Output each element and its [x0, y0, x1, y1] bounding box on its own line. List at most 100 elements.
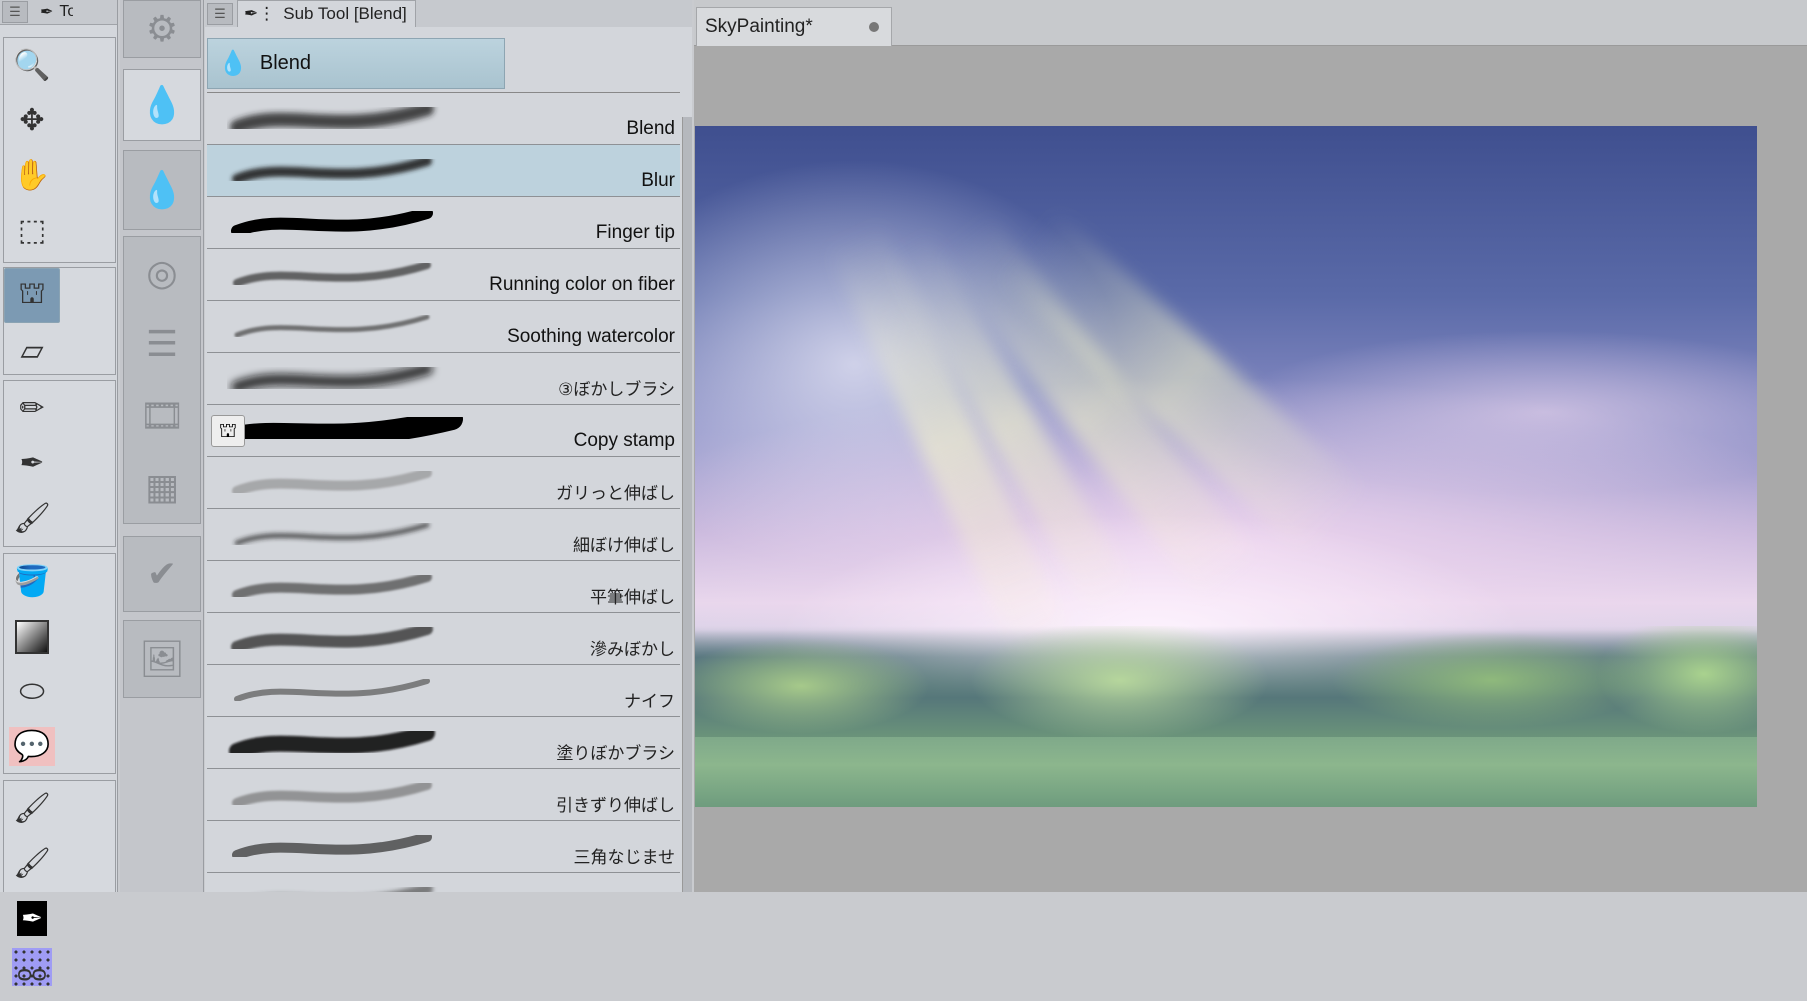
- pattern-tool[interactable]: ᴑᴑ: [4, 946, 60, 1001]
- airbrush-tool[interactable]: ⛫: [4, 268, 60, 323]
- tool-property-gear-icon[interactable]: ⚙: [123, 0, 201, 58]
- brush-stroke-preview: [227, 408, 463, 448]
- sub-tool-scrollbar[interactable]: [682, 117, 692, 892]
- sub-tool-label: 平筆伸ばし: [590, 588, 675, 607]
- brush-tool[interactable]: 🖌: [4, 491, 60, 546]
- brush-stroke-preview: [234, 678, 430, 702]
- document-tab-title: SkyPainting*: [705, 16, 813, 37]
- panel-menu-button[interactable]: ☰: [2, 1, 28, 23]
- sub-tool-panel: ☰ ✒⋮ Sub Tool [Blend] 💧 Blend Blend Blur F…: [205, 0, 692, 892]
- blend-drops-icon: 💧: [218, 50, 248, 77]
- sub-tool-label: ナイフ: [624, 692, 675, 711]
- sub-tool-group-label: Blend: [259, 52, 312, 74]
- sub-tool-label: Blend: [626, 118, 675, 139]
- sub-tool-label: 塗りぼかブラシ: [556, 744, 675, 763]
- move-tool[interactable]: ✥: [4, 93, 60, 148]
- oil-brush-tool[interactable]: 🖌: [4, 836, 60, 891]
- color-panels-group: ◎ ☰ 🎞 ▦: [123, 236, 201, 524]
- tool-group-2: ⛫ ▱ ⋎: [3, 267, 116, 422]
- brush-stroke-preview: [231, 207, 433, 237]
- hand-tool[interactable]: ✋: [4, 148, 60, 203]
- sub-tool-item[interactable]: 細ぼけ伸ばし: [207, 509, 680, 561]
- sub-tool-item[interactable]: [207, 873, 680, 892]
- sub-tool-icon: ✒⋮: [244, 4, 276, 23]
- canvas-area: SkyPainting*: [694, 0, 1807, 892]
- sub-tool-item[interactable]: ナイフ: [207, 665, 680, 717]
- sub-tool-item[interactable]: ガリっと伸ばし: [207, 457, 680, 509]
- zoom-tool[interactable]: 🔍: [4, 38, 60, 93]
- sub-tool-label: 引きずり伸ばし: [556, 796, 675, 815]
- tool-group-5: 🖌 🖌 ✒ ᴑᴑ: [3, 780, 116, 987]
- check-icon[interactable]: ✔: [123, 536, 201, 612]
- color-set-icon[interactable]: ▦: [145, 466, 179, 508]
- sub-tool-item[interactable]: 三角なじませ: [207, 821, 680, 873]
- tool-panel-header: ☰ ✒ Tool: [0, 0, 117, 25]
- tree-line: [695, 626, 1757, 746]
- tool-group-3: ✏ ✒ 🖌 ᴑᴑ 💧: [3, 380, 116, 656]
- brush-stroke-preview: [230, 102, 434, 134]
- brush-stroke-preview: [234, 314, 430, 338]
- figure-tool[interactable]: ⬭: [4, 664, 60, 719]
- ink-pen-tool[interactable]: ✒: [4, 891, 60, 946]
- brush-stroke-preview: [388, 883, 433, 892]
- sub-tool-detail-icon[interactable]: 💧: [123, 150, 201, 230]
- color-wheel-icon[interactable]: ◎: [146, 252, 177, 294]
- brush-stroke-preview: [232, 468, 432, 496]
- sub-tool-item[interactable]: Blend: [207, 93, 680, 145]
- copy-stamp-icon: ⛫: [211, 415, 245, 447]
- sub-tool-item[interactable]: 塗りぼかブラシ: [207, 717, 680, 769]
- sub-tool-item[interactable]: 引きずり伸ばし: [207, 769, 680, 821]
- sub-tool-list-icon[interactable]: 💧: [123, 69, 201, 141]
- sub-tool-item[interactable]: 平筆伸ばし: [207, 561, 680, 613]
- canvas-painting[interactable]: [695, 126, 1757, 807]
- sub-tool-list: Blend Blur Finger tip Running color on fibe…: [207, 92, 680, 892]
- sub-tool-item[interactable]: ⛫ Copy stamp: [207, 405, 680, 457]
- sub-tool-item[interactable]: ③ぼかしブラシ: [207, 353, 680, 405]
- brush-stroke-preview: [232, 832, 432, 860]
- sub-tool-panel-header: ☰ ✒⋮ Sub Tool [Blend]: [205, 0, 692, 27]
- sub-tool-label: 滲みぼかし: [590, 640, 675, 659]
- brush-stroke-preview: [232, 780, 432, 808]
- brush-stroke-preview: [231, 623, 433, 653]
- tool-panel-title: Tool: [59, 3, 74, 20]
- brush-stroke-preview: [232, 156, 432, 184]
- sub-tool-label: Blur: [641, 170, 675, 191]
- navigator-image-icon[interactable]: 🖼: [123, 620, 201, 698]
- watercolor-brush-tool[interactable]: 🖌: [4, 781, 60, 836]
- fill-tool[interactable]: 🪣: [4, 554, 60, 609]
- sub-tool-tab[interactable]: ✒⋮ Sub Tool [Blend]: [237, 0, 416, 27]
- object-tool[interactable]: ⬚: [4, 203, 60, 258]
- sub-tool-title: Sub Tool [Blend]: [283, 4, 407, 23]
- brush-stroke-preview: [232, 572, 432, 600]
- eraser-tool[interactable]: ▱: [4, 323, 60, 378]
- gradient-tool[interactable]: [4, 609, 60, 664]
- brush-stroke-preview: [229, 725, 435, 759]
- animation-film-icon[interactable]: 🎞: [139, 395, 185, 437]
- sub-tool-label: Running color on fiber: [489, 274, 675, 295]
- close-dot-icon[interactable]: [869, 22, 879, 32]
- sub-tool-label: ③ぼかしブラシ: [558, 380, 675, 399]
- sub-tool-item[interactable]: Soothing watercolor: [207, 301, 680, 353]
- pen-tool[interactable]: ✒: [4, 436, 60, 491]
- sub-tool-label: ガリっと伸ばし: [556, 484, 675, 503]
- balloon-tool[interactable]: 💬: [4, 719, 60, 774]
- document-tab-bar: SkyPainting*: [694, 0, 1807, 46]
- color-slider-icon[interactable]: ☰: [146, 323, 178, 365]
- sub-tool-label: 細ぼけ伸ばし: [573, 536, 675, 555]
- tool-panel: ☰ ✒ Tool 🔍 ✥ ✋ ⬚ ✷ ⟋ ⛫ ▱ ⋎ ✏ ✒ 🖌 ᴑᴑ 💧 🪣 …: [0, 0, 118, 987]
- sub-tool-label: Finger tip: [595, 222, 675, 243]
- sub-tool-group-column: ⚙ 💧 💧 ◎ ☰ 🎞 ▦ ✔ 🖼: [120, 0, 204, 892]
- tool-group-4: 🪣 ⬭ 💬 A ◺ ◣: [3, 553, 116, 986]
- document-tab[interactable]: SkyPainting*: [696, 7, 892, 46]
- panel-menu-button[interactable]: ☰: [207, 2, 233, 25]
- pencil-tool[interactable]: ✏: [4, 381, 60, 436]
- sub-tool-item[interactable]: Finger tip: [207, 197, 680, 249]
- sub-tool-item[interactable]: Running color on fiber: [207, 249, 680, 301]
- sub-tool-label: 三角なじませ: [573, 848, 676, 867]
- sub-tool-item[interactable]: 滲みぼかし: [207, 613, 680, 665]
- sub-tool-item[interactable]: Blur: [207, 145, 680, 197]
- brush-stroke-preview: [231, 363, 433, 393]
- sub-tool-label: Soothing watercolor: [507, 326, 675, 347]
- tool-group-1: 🔍 ✥ ✋ ⬚ ✷ ⟋: [3, 37, 116, 412]
- sub-tool-group-button[interactable]: 💧 Blend: [207, 38, 505, 89]
